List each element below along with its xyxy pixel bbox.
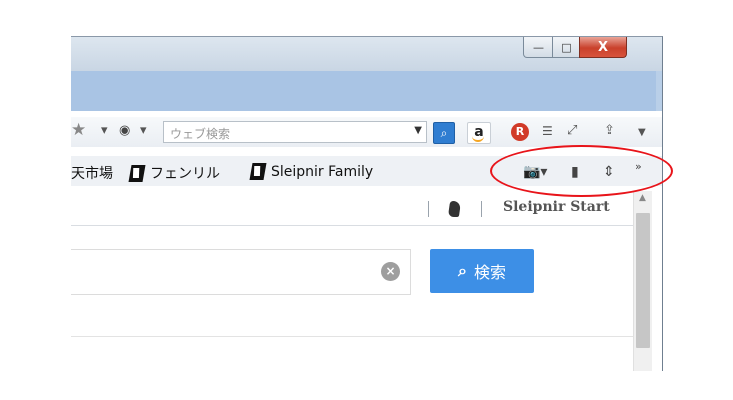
tab-divider	[428, 201, 429, 217]
search-icon: ⌕	[440, 125, 448, 140]
bookmark-item[interactable]: 天市場	[71, 163, 113, 183]
camera-icon[interactable]: 📷▾	[523, 164, 547, 180]
tab-strip-area	[71, 71, 662, 111]
menu-icon[interactable]: ☰	[542, 124, 553, 138]
scrollbar-thumb[interactable]	[636, 213, 650, 348]
sleipnir-icon	[249, 163, 267, 180]
tab-divider	[481, 201, 482, 217]
document-icon[interactable]: ▮	[571, 164, 579, 180]
bookmark-item[interactable]: フェンリル	[128, 163, 220, 183]
search-button[interactable]: ⌕	[433, 122, 455, 144]
bookmark-label: 天市場	[71, 166, 113, 182]
r-icon: R	[515, 125, 525, 138]
share-icon[interactable]: ⇪	[604, 123, 615, 138]
browser-window: — □ X ★ ▾ ◉ ▾ ウェブ検索 ▼ ⌕ a R ☰ ⤢ ⇪ ▼ 天市場	[71, 36, 663, 371]
page-search-button[interactable]: ⌕ 検索	[430, 249, 534, 293]
page-search-input[interactable]: ×	[71, 249, 411, 295]
bookmarks-bar: 天市場 フェンリル Sleipnir Family 📷▾ ▮ ⇕ »	[71, 156, 662, 186]
chevron-down-icon[interactable]: ▾	[140, 123, 147, 138]
globe-icon[interactable]: ◉	[119, 123, 130, 138]
web-search-input[interactable]: ウェブ検索 ▼	[163, 121, 427, 143]
chevron-down-icon[interactable]: ▼	[638, 127, 646, 138]
search-icon: ⌕	[458, 261, 467, 280]
tab-title[interactable]: Sleipnir Start	[503, 199, 610, 215]
divider	[71, 336, 633, 337]
close-button[interactable]: X	[579, 37, 627, 58]
maximize-button[interactable]: □	[552, 37, 581, 58]
title-bar: — □ X	[71, 37, 662, 71]
minimize-button[interactable]: —	[523, 37, 554, 58]
expand-icon[interactable]: ⤢	[567, 123, 577, 138]
navigation-toolbar: ★ ▾ ◉ ▾ ウェブ検索 ▼ ⌕ a R ☰ ⤢ ⇪ ▼	[71, 117, 662, 147]
bookmark-label: フェンリル	[150, 166, 220, 182]
star-icon[interactable]: ★	[71, 120, 86, 140]
search-placeholder: ウェブ検索	[170, 127, 231, 141]
sleipnir-icon	[128, 164, 146, 182]
r-button[interactable]: R	[511, 123, 529, 141]
clear-icon[interactable]: ×	[381, 262, 400, 281]
chevron-down-icon[interactable]: ▾	[101, 123, 108, 138]
search-engine-dropdown[interactable]: ▼	[414, 125, 422, 136]
scrollbar[interactable]: ▲	[633, 191, 652, 371]
tab-bar: Sleipnir Start	[71, 191, 633, 226]
bookmark-item[interactable]: Sleipnir Family	[249, 163, 374, 180]
sleipnir-icon	[447, 201, 462, 217]
bookmark-label: Sleipnir Family	[271, 163, 374, 180]
document-export-icon[interactable]: ⇕	[603, 164, 615, 180]
amazon-button[interactable]: a	[467, 122, 491, 144]
search-button-label: 検索	[473, 263, 506, 282]
scroll-up-icon[interactable]: ▲	[639, 193, 646, 203]
more-icon[interactable]: »	[635, 160, 642, 173]
